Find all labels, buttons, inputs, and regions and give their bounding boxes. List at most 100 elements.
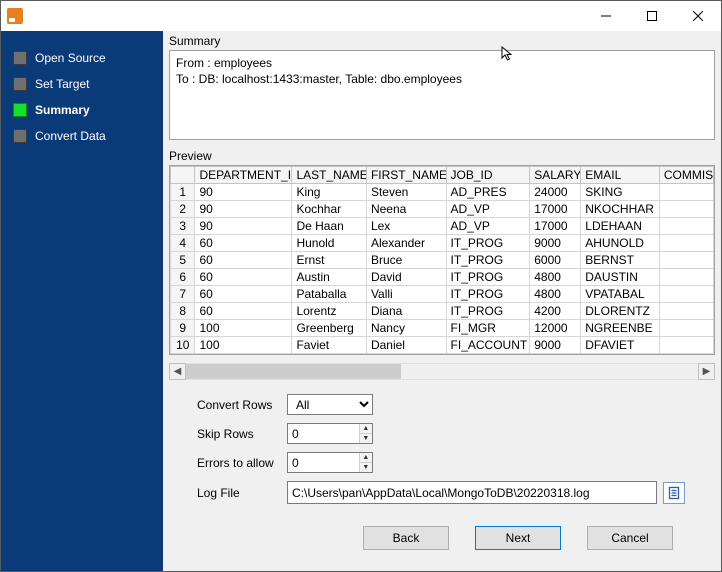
wizard-sidebar: Open Source Set Target Summary Convert Data [1,31,163,571]
table-cell: Greenberg [292,320,367,337]
table-cell: IT_PROG [446,269,530,286]
table-row[interactable]: 660AustinDavidIT_PROG4800DAUSTIN [171,269,714,286]
row-number-cell: 3 [171,218,195,235]
table-cell: DFAVIET [581,337,660,354]
table-cell [659,218,713,235]
spin-up-icon[interactable]: ▲ [360,424,372,434]
table-row[interactable]: 290KochharNeenaAD_VP17000NKOCHHAR [171,201,714,218]
row-number-cell: 7 [171,286,195,303]
table-cell: 17000 [530,201,581,218]
errors-allow-stepper[interactable]: ▲▼ [287,452,373,473]
table-cell [659,337,713,354]
scrollbar-thumb[interactable] [186,364,401,379]
row-number-cell: 9 [171,320,195,337]
table-cell: 60 [195,269,292,286]
errors-allow-input[interactable] [288,453,359,472]
main-panel: Summary From : employees To : DB: localh… [163,31,721,571]
column-header[interactable]: SALARY [530,167,581,184]
table-cell: 60 [195,252,292,269]
table-row[interactable]: 560ErnstBruceIT_PROG6000BERNST [171,252,714,269]
skip-rows-input[interactable] [288,424,359,443]
horizontal-scrollbar[interactable]: ◀ ▶ [169,363,715,380]
table-cell: AD_VP [446,218,530,235]
table-cell [659,252,713,269]
column-header[interactable]: DEPARTMENT_ID [195,167,292,184]
wizard-step-set-target[interactable]: Set Target [1,71,163,97]
convert-rows-select[interactable]: All [287,394,373,415]
table-cell: AD_PRES [446,184,530,201]
table-cell: LDEHAAN [581,218,660,235]
browse-log-button[interactable] [663,482,685,504]
row-number-cell: 10 [171,337,195,354]
table-cell [659,286,713,303]
table-row[interactable]: 390De HaanLexAD_VP17000LDEHAAN [171,218,714,235]
column-header[interactable]: COMMIS [659,167,713,184]
scroll-left-icon[interactable]: ◀ [169,363,186,380]
wizard-step-summary[interactable]: Summary [1,97,163,123]
step-label: Summary [35,103,90,117]
table-row[interactable]: 860LorentzDianaIT_PROG4200DLORENTZ [171,303,714,320]
spin-down-icon[interactable]: ▼ [360,434,372,443]
row-number-cell: 5 [171,252,195,269]
table-cell: FI_MGR [446,320,530,337]
table-cell: AHUNOLD [581,235,660,252]
table-cell: DLORENTZ [581,303,660,320]
app-window: Open Source Set Target Summary Convert Data… [0,0,722,572]
table-cell: Steven [366,184,446,201]
table-cell: 4800 [530,286,581,303]
preview-table[interactable]: DEPARTMENT_IDLAST_NAMEFIRST_NAMEJOB_IDSA… [170,166,714,354]
table-cell: Bruce [366,252,446,269]
table-cell: DAUSTIN [581,269,660,286]
wizard-step-convert-data[interactable]: Convert Data [1,123,163,149]
document-icon [667,486,681,500]
skip-rows-stepper[interactable]: ▲▼ [287,423,373,444]
back-button[interactable]: Back [363,526,449,550]
row-number-header[interactable] [171,167,195,184]
table-cell: BERNST [581,252,660,269]
convert-rows-label: Convert Rows [197,398,287,412]
spin-down-icon[interactable]: ▼ [360,463,372,472]
maximize-button[interactable] [629,1,675,31]
table-cell [659,201,713,218]
column-header[interactable]: FIRST_NAME [366,167,446,184]
errors-allow-label: Errors to allow [197,456,287,470]
table-cell: 9000 [530,337,581,354]
next-button[interactable]: Next [475,526,561,550]
table-cell: Nancy [366,320,446,337]
table-cell: 24000 [530,184,581,201]
log-file-input[interactable] [287,481,657,504]
step-indicator-icon [13,77,27,91]
row-number-cell: 6 [171,269,195,286]
table-row[interactable]: 460HunoldAlexanderIT_PROG9000AHUNOLD [171,235,714,252]
table-cell: 100 [195,337,292,354]
table-cell: Neena [366,201,446,218]
close-button[interactable] [675,1,721,31]
table-cell: Lex [366,218,446,235]
step-label: Convert Data [35,129,106,143]
table-cell: 4800 [530,269,581,286]
table-cell: Faviet [292,337,367,354]
step-label: Open Source [35,51,106,65]
scroll-right-icon[interactable]: ▶ [698,363,715,380]
table-row[interactable]: 9100GreenbergNancyFI_MGR12000NGREENBE [171,320,714,337]
table-cell: King [292,184,367,201]
table-cell: VPATABAL [581,286,660,303]
column-header[interactable]: JOB_ID [446,167,530,184]
table-cell: Hunold [292,235,367,252]
table-cell: Valli [366,286,446,303]
table-cell: 90 [195,201,292,218]
spin-up-icon[interactable]: ▲ [360,453,372,463]
table-row[interactable]: 10100FavietDanielFI_ACCOUNT9000DFAVIET [171,337,714,354]
table-row[interactable]: 760PataballaValliIT_PROG4800VPATABAL [171,286,714,303]
wizard-step-open-source[interactable]: Open Source [1,45,163,71]
table-cell: Pataballa [292,286,367,303]
table-cell: 60 [195,286,292,303]
column-header[interactable]: LAST_NAME [292,167,367,184]
row-number-cell: 8 [171,303,195,320]
table-row[interactable]: 190KingStevenAD_PRES24000SKING [171,184,714,201]
column-header[interactable]: EMAIL [581,167,660,184]
step-indicator-icon [13,51,27,65]
preview-table-container: DEPARTMENT_IDLAST_NAMEFIRST_NAMEJOB_IDSA… [169,165,715,355]
minimize-button[interactable] [583,1,629,31]
cancel-button[interactable]: Cancel [587,526,673,550]
